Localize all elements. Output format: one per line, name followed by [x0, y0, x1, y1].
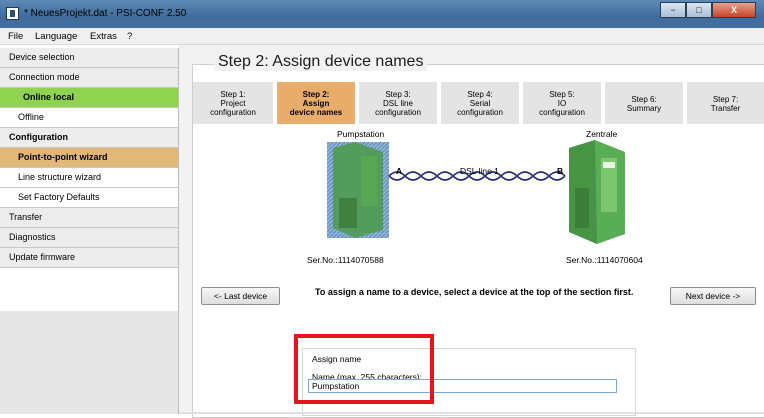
sidebar: Device selection Connection mode Online …: [0, 48, 179, 414]
step-3-line2: DSL line: [383, 99, 413, 108]
sidebar-item-set-factory-defaults[interactable]: Set Factory Defaults: [0, 188, 178, 208]
step-2-line3: device names: [289, 108, 343, 117]
dsl-link-diagram: [327, 140, 625, 244]
menu-bar: File Language Extras ?: [0, 28, 764, 45]
step-6[interactable]: Step 6: Summary: [605, 82, 683, 124]
window-controls: − □ X: [660, 2, 756, 18]
step-2-line2: Assign: [302, 99, 330, 108]
step-1-line2: Project: [220, 99, 246, 108]
device-a-image[interactable]: [327, 142, 389, 238]
step-3-line1: Step 3:: [385, 90, 411, 99]
last-device-button[interactable]: <- Last device: [201, 287, 280, 305]
point-b-label: B: [557, 166, 564, 176]
minimize-button[interactable]: −: [660, 2, 686, 18]
page-title: Step 2: Assign device names: [214, 53, 428, 71]
highlight-frame: [294, 334, 434, 404]
step-1[interactable]: Step 1: Project configuration: [193, 82, 273, 124]
step-4[interactable]: Step 4: Serial configuration: [441, 82, 519, 124]
step-5-line3: configuration: [539, 108, 585, 117]
device-b-image[interactable]: [569, 140, 625, 244]
step-4-line3: configuration: [457, 108, 503, 117]
assign-name-hint: To assign a name to a device, select a d…: [315, 287, 634, 297]
step-6-line2: Summary: [626, 104, 662, 113]
step-7-line2: Transfer: [710, 104, 741, 113]
serial-number-a: Ser.No.:1114070588: [307, 255, 384, 265]
sidebar-item-configuration[interactable]: Configuration: [0, 128, 178, 148]
sidebar-item-online-local[interactable]: Online local: [0, 88, 178, 108]
step-5-line2: IO: [557, 99, 567, 108]
menu-file[interactable]: File: [8, 31, 23, 42]
step-7-line1: Step 7:: [712, 95, 739, 104]
step-5[interactable]: Step 5: IO configuration: [523, 82, 601, 124]
menu-language[interactable]: Language: [35, 31, 77, 42]
next-device-button[interactable]: Next device ->: [670, 287, 756, 305]
sidebar-item-diagnostics[interactable]: Diagnostics: [0, 228, 178, 248]
dsl-line-label: DSL line 1: [460, 166, 499, 176]
sidebar-item-offline[interactable]: Offline: [0, 108, 178, 128]
step-2[interactable]: Step 2: Assign device names: [277, 82, 355, 124]
title-bar: * NeuesProjekt.dat - PSI-CONF 2.50 − □ X: [0, 0, 764, 28]
sidebar-item-point-to-point-wizard[interactable]: Point-to-point wizard: [0, 148, 178, 168]
step-6-line1: Step 6:: [631, 95, 657, 104]
step-1-line3: configuration: [210, 108, 256, 117]
step-2-line1: Step 2:: [302, 90, 330, 99]
window-title: * NeuesProjekt.dat - PSI-CONF 2.50: [24, 8, 187, 19]
step-4-line2: Serial: [469, 99, 491, 108]
wizard-steps: Step 1: Project configuration Step 2: Assig…: [193, 82, 764, 124]
step-3[interactable]: Step 3: DSL line configuration: [359, 82, 437, 124]
step-5-line1: Step 5:: [549, 90, 575, 99]
app-icon[interactable]: [6, 7, 19, 20]
step-1-line1: Step 1:: [220, 90, 246, 99]
maximize-button[interactable]: □: [686, 2, 712, 18]
sidebar-item-line-structure-wizard[interactable]: Line structure wizard: [0, 168, 178, 188]
close-button[interactable]: X: [712, 2, 756, 18]
menu-help[interactable]: ?: [127, 31, 132, 42]
sidebar-item-transfer[interactable]: Transfer: [0, 208, 178, 228]
point-a-label: A: [396, 166, 403, 176]
menu-extras[interactable]: Extras: [90, 31, 117, 42]
step-3-line3: configuration: [375, 108, 421, 117]
sidebar-empty-area: [0, 311, 178, 414]
sidebar-item-update-firmware[interactable]: Update firmware: [0, 248, 178, 268]
step-4-line1: Step 4:: [467, 90, 493, 99]
sidebar-item-connection-mode[interactable]: Connection mode: [0, 68, 178, 88]
sidebar-item-device-selection[interactable]: Device selection: [0, 48, 178, 68]
serial-number-b: Ser.No.:1114070604: [566, 255, 643, 265]
step-7[interactable]: Step 7: Transfer: [687, 82, 764, 124]
